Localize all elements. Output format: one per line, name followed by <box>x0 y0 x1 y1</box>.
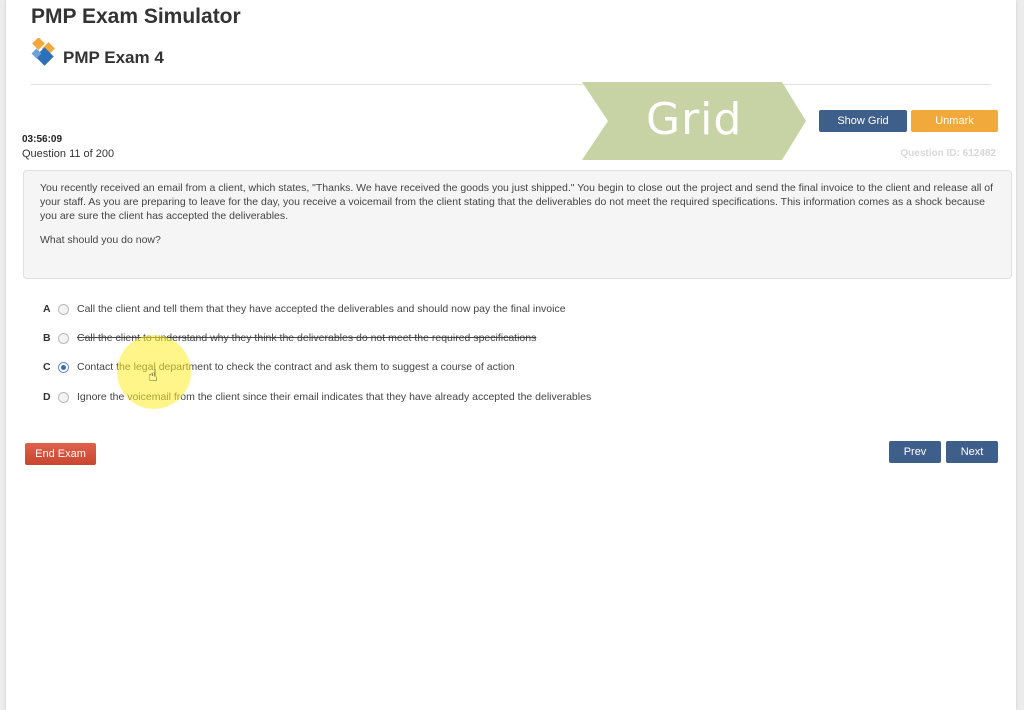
answer-option-a[interactable]: A Call the client and tell them that the… <box>43 300 566 318</box>
answer-text[interactable]: Call the client to understand why they t… <box>77 329 536 347</box>
answer-letter: D <box>43 391 51 403</box>
exam-page: PMP Exam Simulator PMP Exam 4 Grid Show … <box>6 0 1016 710</box>
show-grid-button[interactable]: Show Grid <box>819 110 907 132</box>
answer-radio[interactable] <box>58 332 69 344</box>
grid-banner-text: Grid <box>646 94 743 145</box>
exam-timer: 03:56:09 <box>22 134 63 145</box>
answer-radio[interactable] <box>58 303 69 315</box>
answer-text[interactable]: Call the client and tell them that they … <box>77 300 566 318</box>
question-prompt: What should you do now? <box>40 234 161 246</box>
question-counter: Question 11 of 200 <box>22 148 115 160</box>
answer-text[interactable]: Contact the legal department to check th… <box>77 358 515 376</box>
answer-option-d[interactable]: D Ignore the voicemail from the client s… <box>43 388 591 406</box>
unmark-button[interactable]: Unmark <box>911 110 998 132</box>
end-exam-button[interactable]: End Exam <box>25 443 96 465</box>
header-divider <box>31 84 991 85</box>
next-button[interactable]: Next <box>946 441 998 463</box>
exam-name: PMP Exam 4 <box>63 48 164 67</box>
answer-letter: A <box>43 303 51 315</box>
prev-button[interactable]: Prev <box>889 441 941 463</box>
answer-radio[interactable] <box>58 391 69 403</box>
answer-option-b[interactable]: B Call the client to understand why they… <box>43 329 536 347</box>
answer-radio-selected[interactable] <box>58 361 69 373</box>
question-id: Question ID: 612482 <box>900 148 996 159</box>
answer-option-c[interactable]: C Contact the legal department to check … <box>43 358 515 376</box>
answer-letter: C <box>43 361 51 373</box>
answer-text[interactable]: Ignore the voicemail from the client sin… <box>77 388 591 406</box>
question-panel: You recently received an email from a cl… <box>23 170 1012 279</box>
question-text: You recently received an email from a cl… <box>40 182 994 222</box>
answer-letter: B <box>43 332 51 344</box>
diamond-logo-icon <box>31 38 55 66</box>
app-title: PMP Exam Simulator <box>31 5 241 28</box>
